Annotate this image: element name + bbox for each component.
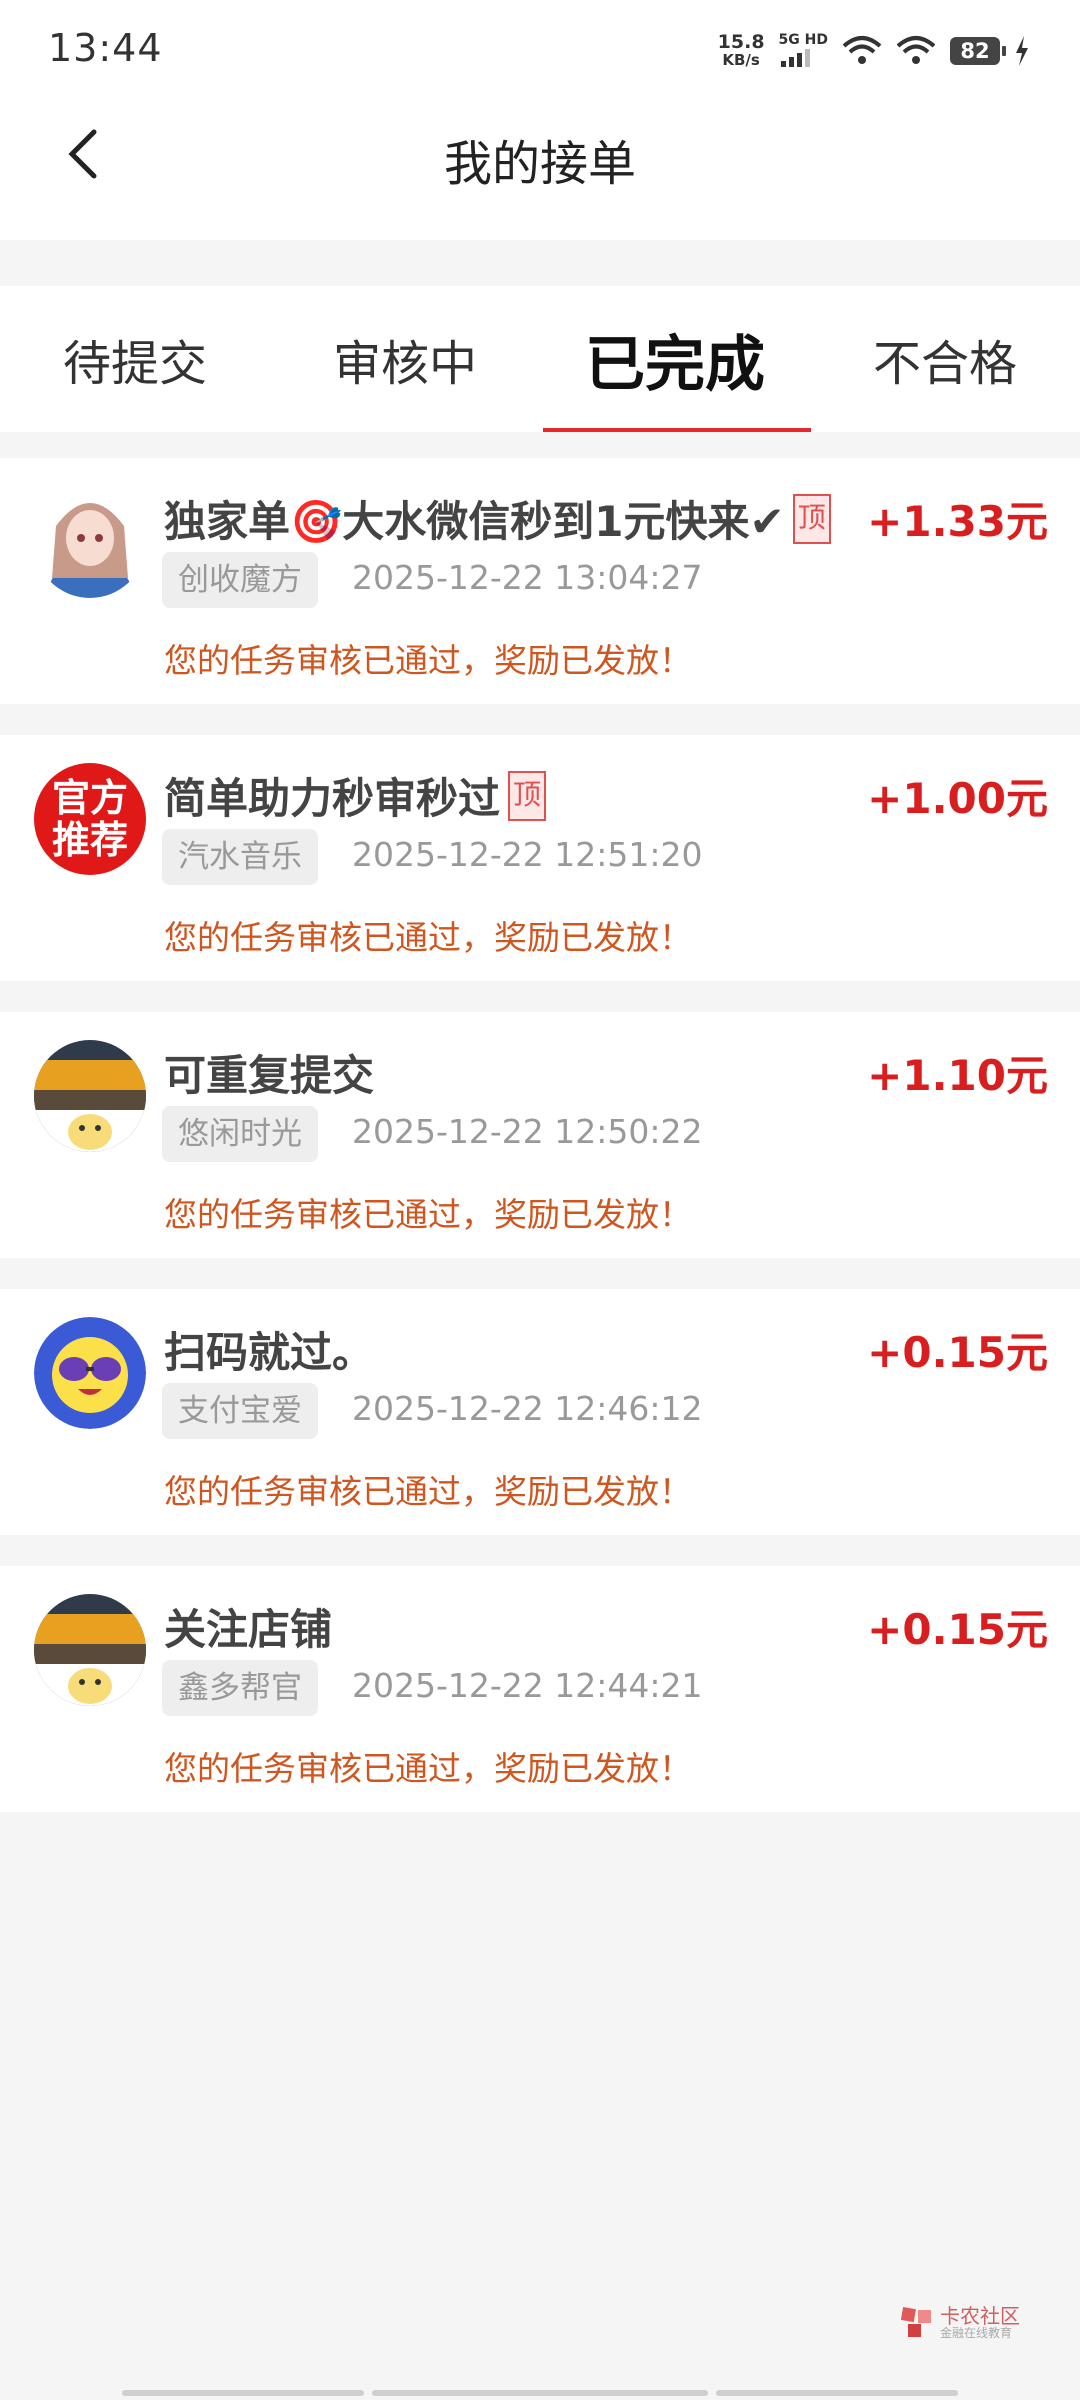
active-tab-indicator [543, 428, 811, 432]
watermark-logo: 卡农社区 金融在线教育 [900, 2306, 1020, 2340]
cellular-signal-icon: 5G HD [779, 33, 828, 69]
tab-rejected[interactable]: 不合格 [810, 286, 1080, 432]
avatar [34, 486, 146, 598]
order-time: 2025-12-22 12:46:12 [352, 1389, 703, 1428]
source-tag: 汽水音乐 [162, 829, 318, 885]
reward-amount: +0.15元 [867, 1605, 1048, 1654]
status-tabs: 待提交 审核中 已完成 不合格 [0, 286, 1080, 432]
wifi-plus-icon [842, 36, 882, 64]
charging-bolt-icon [1016, 36, 1028, 66]
source-tag: 支付宝爱 [162, 1383, 318, 1439]
status-time: 13:44 [48, 26, 163, 70]
avatar: 官方推荐 [34, 763, 146, 875]
avatar [34, 1040, 146, 1152]
order-time: 2025-12-22 12:44:21 [352, 1666, 703, 1705]
reward-amount: +1.33元 [867, 497, 1048, 546]
pinned-badge: 顶 [508, 770, 547, 821]
source-tag: 创收魔方 [162, 552, 318, 608]
official-badge-text: 官方推荐 [51, 776, 128, 862]
speed-unit: KB/s [722, 51, 760, 69]
order-card[interactable]: 独家单🎯大水微信秒到1元快来✔ 顶 +1.33元 创收魔方 2025-12-22… [0, 458, 1080, 704]
network-type: 5G HD [778, 32, 828, 48]
kanong-logo-icon [900, 2307, 931, 2337]
wifi-icon [896, 36, 936, 64]
task-title: 扫码就过。 [164, 1319, 374, 1380]
order-time: 2025-12-22 12:51:20 [352, 835, 703, 874]
status-message: 您的任务审核已通过，奖励已发放！ [164, 1472, 692, 1511]
signal-bars-icon [780, 49, 810, 67]
status-message: 您的任务审核已通过，奖励已发放！ [164, 1195, 692, 1234]
task-title-text: 简单助力秒审秒过 [164, 774, 501, 823]
status-icons: 15.8 KB/s 5G HD 82 [718, 28, 1030, 74]
sunset-cartoon-avatar-icon [34, 1040, 146, 1152]
battery-icon: 82 [950, 37, 1006, 65]
sunglasses-emoji-avatar-icon [34, 1317, 146, 1429]
reward-amount: +1.10元 [867, 1051, 1048, 1100]
order-card[interactable]: 可重复提交 +1.10元 悠闲时光 2025-12-22 12:50:22 您的… [0, 1012, 1080, 1258]
watermark-title: 卡农社区 [940, 2304, 1020, 2328]
network-speed: 15.8 KB/s [718, 33, 765, 69]
page-title: 我的接单 [443, 136, 636, 192]
order-card[interactable]: 官方推荐 简单助力秒审秒过 顶 +1.00元 汽水音乐 2025-12-22 1… [0, 735, 1080, 981]
source-tag: 悠闲时光 [162, 1106, 318, 1162]
task-title: 可重复提交 [164, 1042, 374, 1103]
task-title-text: 关注店铺 [164, 1605, 333, 1654]
app-header: 我的接单 [0, 100, 1080, 240]
pinned-badge: 顶 [792, 493, 831, 544]
status-bar: 13:44 15.8 KB/s 5G HD 82 [0, 0, 1080, 100]
status-message: 您的任务审核已通过，奖励已发放！ [164, 641, 692, 680]
reward-amount: +0.15元 [867, 1328, 1048, 1377]
task-title-text: 独家单🎯大水微信秒到1元快来✔ [164, 497, 785, 546]
gesture-bar [372, 2390, 708, 2396]
reward-amount: +1.00元 [867, 774, 1048, 823]
avatar [34, 1594, 146, 1706]
gesture-bar [716, 2390, 958, 2396]
tab-under-review[interactable]: 审核中 [270, 286, 540, 432]
order-card[interactable]: 关注店铺 +0.15元 鑫多帮官 2025-12-22 12:44:21 您的任… [0, 1566, 1080, 1812]
task-title-text: 可重复提交 [164, 1051, 375, 1100]
watermark-subtitle: 金融在线教育 [940, 2326, 1013, 2340]
order-time: 2025-12-22 13:04:27 [352, 558, 703, 597]
task-title: 关注店铺 [164, 1596, 332, 1657]
task-title: 独家单🎯大水微信秒到1元快来✔ 顶 [164, 488, 831, 549]
gesture-bar [122, 2390, 364, 2396]
order-time: 2025-12-22 12:50:22 [352, 1112, 703, 1151]
speed-value: 15.8 [717, 31, 765, 53]
avatar [34, 1317, 146, 1429]
status-message: 您的任务审核已通过，奖励已发放！ [164, 918, 692, 957]
order-card[interactable]: 扫码就过。 +0.15元 支付宝爱 2025-12-22 12:46:12 您的… [0, 1289, 1080, 1535]
tab-pending-submit[interactable]: 待提交 [0, 286, 270, 432]
anime-girl-avatar-icon [34, 486, 146, 598]
source-tag: 鑫多帮官 [162, 1660, 318, 1716]
task-title: 简单助力秒审秒过 顶 [164, 765, 547, 826]
tab-completed[interactable]: 已完成 [540, 286, 810, 432]
task-title-text: 扫码就过。 [164, 1328, 375, 1377]
status-message: 您的任务审核已通过，奖励已发放！ [164, 1749, 692, 1788]
sunset-cartoon-avatar-icon [34, 1594, 146, 1706]
